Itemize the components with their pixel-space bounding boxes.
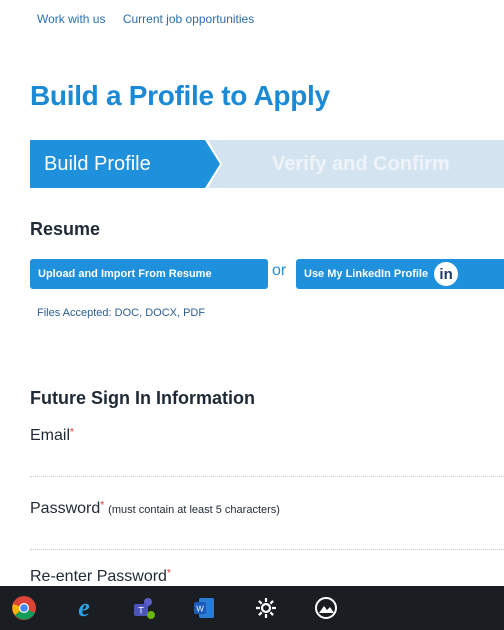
required-mark: * [100, 500, 105, 511]
password-label: Password* (must contain at least 5 charac… [30, 500, 280, 518]
taskbar: e T W [0, 586, 504, 630]
word-icon[interactable]: W [190, 594, 218, 622]
breadcrumb: Work with us Current job opportunities [37, 12, 268, 26]
email-label: Email* [30, 427, 74, 445]
email-field[interactable] [30, 450, 504, 477]
email-label-text: Email [30, 427, 71, 444]
breadcrumb-current-jobs[interactable]: Current job opportunities [123, 12, 254, 26]
upload-resume-button[interactable]: Upload and Import From Resume [30, 259, 268, 289]
linkedin-icon: in [434, 262, 459, 286]
internet-explorer-icon[interactable]: e [70, 593, 98, 622]
breadcrumb-work-with-us[interactable]: Work with us [37, 12, 105, 26]
linkedin-profile-button[interactable]: Use My LinkedIn Profile in [296, 259, 504, 289]
progress-stepper: Verify and Confirm Build Profile [30, 140, 504, 188]
step-build-profile: Build Profile [30, 140, 220, 188]
required-mark: * [70, 427, 74, 438]
step-verify-confirm: Verify and Confirm [208, 140, 504, 188]
signin-section-title: Future Sign In Information [30, 388, 255, 408]
page-title: Build a Profile to Apply [30, 80, 330, 111]
teams-icon[interactable]: T [130, 594, 158, 622]
linkedin-profile-label: Use My LinkedIn Profile [304, 268, 429, 280]
files-accepted-note: Files Accepted: DOC, DOCX, PDF [37, 307, 206, 319]
or-separator: or [272, 262, 287, 279]
reenter-password-label: Re-enter Password* [30, 568, 171, 586]
reenter-password-label-text: Re-enter Password [30, 568, 167, 585]
required-mark: * [166, 568, 171, 579]
password-field[interactable] [30, 523, 504, 550]
chrome-icon[interactable] [10, 594, 38, 622]
settings-icon[interactable] [252, 594, 280, 622]
svg-text:W: W [196, 605, 204, 614]
photos-icon[interactable] [312, 594, 340, 622]
resume-section-title: Resume [30, 219, 101, 239]
svg-text:T: T [138, 606, 144, 616]
upload-resume-label: Upload and Import From Resume [38, 268, 212, 280]
password-label-text: Password [30, 500, 101, 517]
password-hint: (must contain at least 5 characters) [108, 504, 280, 516]
